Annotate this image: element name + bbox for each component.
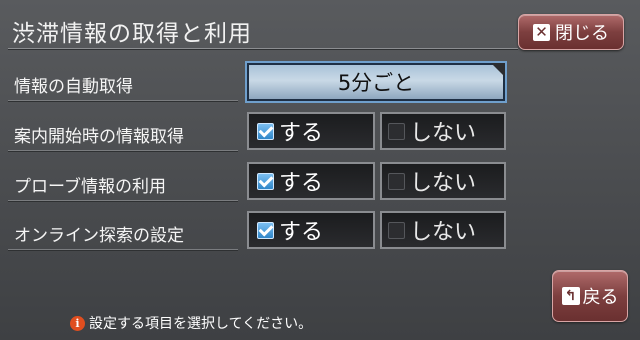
dropdown-corner-icon: [491, 63, 505, 77]
checkbox-checked-icon: [257, 221, 274, 239]
back-button-label: 戻る: [582, 287, 619, 308]
probe-info-yes-option[interactable]: する: [247, 162, 375, 200]
back-button[interactable]: ↰ 戻る: [552, 270, 628, 322]
close-x-icon: ✕: [533, 23, 550, 41]
option-label: しない: [410, 121, 477, 146]
row-divider: [8, 200, 238, 202]
option-label: する: [279, 220, 324, 245]
back-arrow-icon: ↰: [561, 287, 580, 305]
auto-fetch-interval-select[interactable]: 5分ごと: [247, 63, 505, 101]
checkbox-checked-icon: [257, 172, 274, 190]
option-label: しない: [410, 171, 477, 196]
info-icon: i: [70, 315, 85, 331]
online-search-yes-option[interactable]: する: [247, 211, 375, 249]
probe-info-no-option[interactable]: しない: [380, 162, 506, 200]
row-label-auto-fetch: 情報の自動取得: [14, 77, 133, 97]
row-divider: [8, 249, 238, 251]
start-fetch-no-option[interactable]: しない: [380, 112, 506, 150]
option-label: しない: [410, 220, 477, 245]
checkbox-unchecked-icon: [388, 221, 405, 239]
row-divider: [8, 150, 238, 152]
help-text: 設定する項目を選択してください。: [89, 316, 313, 332]
option-label: する: [279, 121, 324, 146]
start-fetch-yes-option[interactable]: する: [247, 112, 375, 150]
title-divider: [8, 48, 518, 50]
help-message: i 設定する項目を選択してください。: [70, 313, 312, 333]
row-label-start-fetch: 案内開始時の情報取得: [14, 127, 184, 147]
online-search-no-option[interactable]: しない: [380, 211, 506, 249]
page-title: 渋滞情報の取得と利用: [12, 21, 252, 47]
close-button[interactable]: ✕ 閉じる: [518, 14, 624, 50]
row-divider: [8, 100, 238, 102]
close-button-label: 閉じる: [555, 23, 609, 44]
row-label-probe-info: プローブ情報の利用: [14, 177, 166, 197]
checkbox-checked-icon: [257, 122, 274, 140]
checkbox-unchecked-icon: [388, 172, 405, 190]
auto-fetch-interval-value: 5分ごと: [337, 71, 415, 95]
row-label-online-search: オンライン探索の設定: [14, 226, 184, 246]
checkbox-unchecked-icon: [388, 122, 405, 140]
option-label: する: [279, 171, 324, 196]
